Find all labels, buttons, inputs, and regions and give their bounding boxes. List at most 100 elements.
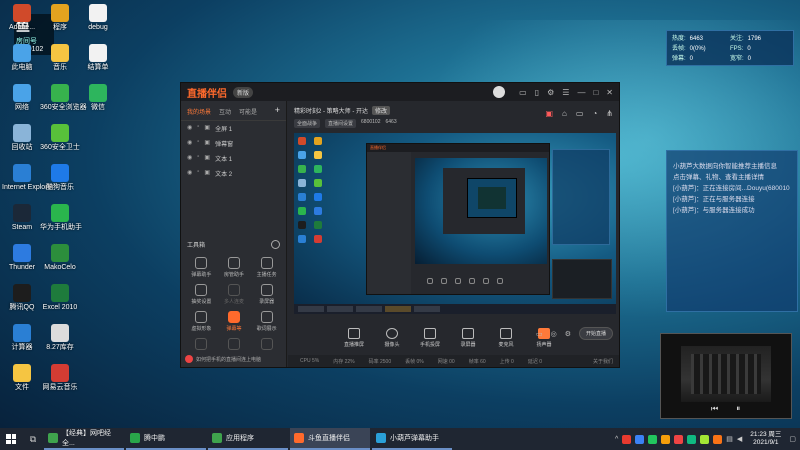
- tool-button[interactable]: 录屏器: [250, 284, 283, 305]
- lock-icon[interactable]: ⌂: [562, 109, 567, 118]
- desktop-icon[interactable]: Adobe...: [2, 4, 42, 32]
- lock-icon[interactable]: ▫: [197, 139, 199, 148]
- desktop-icon[interactable]: Excel 2010: [40, 284, 80, 312]
- source-control-button[interactable]: 摄像头: [380, 328, 404, 348]
- stream-preview[interactable]: 直播伴侣: [294, 133, 616, 314]
- lock-icon[interactable]: ▫: [197, 124, 199, 133]
- previous-icon[interactable]: ⏮: [711, 404, 718, 414]
- eye-icon[interactable]: ◉: [187, 169, 192, 178]
- taskbar-app[interactable]: 小葫芦弹幕助手: [372, 428, 452, 450]
- start-button[interactable]: [0, 428, 22, 450]
- gear-icon[interactable]: ⚙: [565, 330, 571, 338]
- eye-icon[interactable]: ◉: [187, 139, 192, 148]
- desktop-icon[interactable]: 腾讯QQ: [2, 284, 42, 312]
- desktop-icon[interactable]: 网易云音乐: [40, 364, 80, 392]
- desktop-icon[interactable]: 360安全卫士: [40, 124, 80, 152]
- network-icon[interactable]: ▤: [726, 435, 733, 443]
- tool-button[interactable]: 歌词展示: [250, 311, 283, 332]
- video-player[interactable]: ⏮ ⏸: [660, 333, 792, 419]
- desktop-icon[interactable]: 华为手机助手: [40, 204, 82, 232]
- tray-app-icon[interactable]: [648, 434, 658, 444]
- lock-icon[interactable]: ▫: [197, 154, 199, 163]
- eye-icon[interactable]: ◉: [187, 124, 192, 133]
- scene-item[interactable]: ◉ ▫ ▣ 文本 1: [181, 151, 286, 166]
- clock[interactable]: 21:23 周三 2021/9/1: [746, 431, 785, 447]
- eye-icon[interactable]: ◉: [187, 154, 192, 163]
- toolbox-settings-icon[interactable]: [271, 240, 280, 249]
- desktop-icon[interactable]: 回收站: [2, 124, 42, 152]
- lock-icon[interactable]: ▫: [197, 169, 199, 178]
- scene-item[interactable]: ◉ ▫ ▣ 文本 2: [181, 166, 286, 181]
- desktop-icon[interactable]: Thunder: [2, 244, 42, 272]
- desktop-icon[interactable]: 音乐: [40, 44, 80, 72]
- scene-item[interactable]: ◉ ▫ ▣ 全屏 1: [181, 121, 286, 136]
- camera-icon[interactable]: ▭: [536, 330, 543, 338]
- tool-button[interactable]: 虚拟形象: [185, 311, 218, 332]
- scene-tab[interactable]: 我的场景: [187, 107, 211, 116]
- tray-app-icon[interactable]: [635, 434, 645, 444]
- tray-app-icon[interactable]: [661, 434, 671, 444]
- tool-button[interactable]: [218, 338, 251, 352]
- source-control-button[interactable]: 手机投屏: [418, 328, 442, 348]
- desktop-icon[interactable]: Steam: [2, 204, 42, 232]
- menu-icon[interactable]: ☰: [562, 88, 569, 97]
- bell-icon[interactable]: ◔: [592, 109, 597, 118]
- desktop-icon[interactable]: 8.27库存: [40, 324, 80, 352]
- phone-icon[interactable]: ▯: [535, 88, 539, 97]
- scene-item[interactable]: ◉ ▫ ▣ 弹幕窗: [181, 136, 286, 151]
- desktop-icon[interactable]: 360安全浏览器: [40, 84, 87, 112]
- source-control-button[interactable]: 麦克风: [494, 328, 518, 348]
- tool-button[interactable]: 主播任务: [250, 257, 283, 278]
- desktop-icon[interactable]: 程序: [40, 4, 80, 32]
- desktop-icon[interactable]: MakoCelo: [40, 244, 80, 272]
- desktop-icon[interactable]: 文件: [2, 364, 42, 392]
- notification-icon[interactable]: ▢: [789, 435, 796, 443]
- tray-app-icon[interactable]: [674, 434, 684, 444]
- message-icon[interactable]: ▭: [519, 88, 527, 97]
- version-badge[interactable]: 新版: [233, 86, 254, 98]
- source-control-button[interactable]: 录屏器: [456, 328, 480, 348]
- tool-button[interactable]: [250, 338, 283, 352]
- desktop-icon[interactable]: 结算单: [78, 44, 118, 72]
- desktop-icon[interactable]: 酷狗音乐: [40, 164, 80, 192]
- task-view-icon[interactable]: ⧉: [22, 428, 44, 450]
- tool-button[interactable]: 弹幕等: [218, 311, 251, 332]
- source-control-button[interactable]: 直播推屏: [342, 328, 366, 348]
- taskbar-app[interactable]: 应用程序: [208, 428, 288, 450]
- add-scene-icon[interactable]: +: [275, 106, 280, 116]
- tray-app-icon[interactable]: [687, 434, 697, 444]
- tool-button[interactable]: [185, 338, 218, 352]
- about-link[interactable]: 关于我们: [593, 358, 619, 365]
- desktop-icon[interactable]: 微信: [78, 84, 118, 112]
- start-live-button[interactable]: 开始直播: [578, 327, 613, 340]
- category-chip[interactable]: 全面战争: [294, 119, 321, 128]
- scene-tab[interactable]: 可能是: [239, 107, 257, 116]
- chevron-up-icon[interactable]: ^: [615, 436, 618, 443]
- tool-button[interactable]: 弹幕助手: [185, 257, 218, 278]
- phone-link-tip[interactable]: 如何把手机的直播间连上电脑: [185, 355, 261, 363]
- desktop-icon[interactable]: 此电脑: [2, 44, 42, 72]
- share-icon[interactable]: ⋔: [606, 109, 613, 118]
- desktop-icon[interactable]: 计算器: [2, 324, 42, 352]
- minimize-icon[interactable]: —: [577, 88, 585, 97]
- record-icon[interactable]: ◎: [551, 330, 557, 338]
- settings-icon[interactable]: ⚙: [547, 88, 554, 97]
- close-icon[interactable]: ✕: [606, 88, 613, 97]
- tool-button[interactable]: 多人连麦: [218, 284, 251, 305]
- pause-icon[interactable]: ⏸: [736, 404, 740, 414]
- tray-app-icon[interactable]: [700, 434, 710, 444]
- tool-button[interactable]: 抽奖设置: [185, 284, 218, 305]
- tool-button[interactable]: 房管助手: [218, 257, 251, 278]
- desktop-icon[interactable]: Internet Explorer: [2, 164, 54, 192]
- gift-icon[interactable]: ▣: [545, 109, 553, 118]
- avatar[interactable]: [493, 86, 506, 98]
- scene-tab[interactable]: 互动: [219, 107, 231, 116]
- desktop-icon[interactable]: debug: [78, 4, 118, 32]
- room-settings-chip[interactable]: 直播间设置: [325, 119, 357, 128]
- window-icon[interactable]: ▭: [576, 109, 584, 118]
- tray-app-icon[interactable]: [622, 434, 632, 444]
- volume-icon[interactable]: ◀: [737, 435, 742, 443]
- taskbar-app[interactable]: 【经典】网吧经全...: [44, 428, 124, 450]
- taskbar-app[interactable]: 斗鱼直播伴侣: [290, 428, 370, 450]
- tray-app-icon[interactable]: [713, 434, 723, 444]
